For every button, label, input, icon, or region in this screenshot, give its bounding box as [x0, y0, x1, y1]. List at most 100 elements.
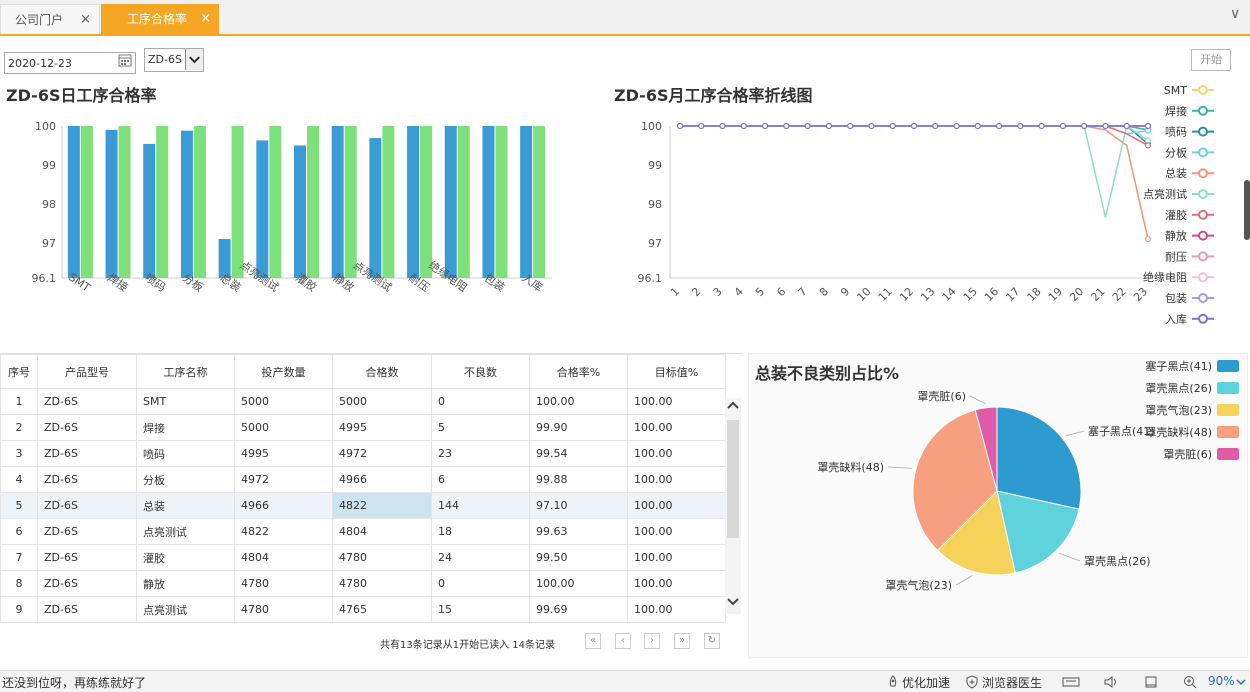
- table-cell[interactable]: 点亮测试: [136, 596, 235, 623]
- speaker-icon[interactable]: [1103, 675, 1119, 689]
- table-cell[interactable]: 点亮测试: [136, 518, 235, 545]
- legend-swatch[interactable]: [1217, 360, 1239, 372]
- column-header[interactable]: 目标值%: [627, 354, 726, 389]
- zoom-level[interactable]: 90%: [1208, 674, 1235, 688]
- table-cell[interactable]: 4765: [332, 596, 432, 623]
- table-cell[interactable]: 4972: [234, 466, 333, 493]
- chevron-down-icon[interactable]: [185, 49, 203, 70]
- table-row[interactable]: 4 ZD-6S 分板 4972 4966 6 99.88 100.00: [0, 466, 726, 493]
- table-cell[interactable]: 100.00: [627, 570, 726, 597]
- tab-company-portal[interactable]: 公司门户 ×: [0, 4, 100, 34]
- table-cell[interactable]: 5: [431, 414, 530, 441]
- legend-marker[interactable]: [1198, 272, 1208, 283]
- table-cell[interactable]: 99.90: [529, 414, 628, 441]
- prev-page-button[interactable]: ‹: [615, 633, 631, 649]
- browser-doctor-button[interactable]: 浏览器医生: [982, 674, 1042, 691]
- table-cell[interactable]: 4780: [332, 544, 432, 571]
- column-header[interactable]: 序号: [0, 354, 38, 389]
- table-cell[interactable]: 97.10: [529, 492, 628, 519]
- table-cell[interactable]: ZD-6S: [37, 492, 137, 519]
- table-cell[interactable]: 4995: [332, 414, 432, 441]
- table-cell[interactable]: 144: [431, 492, 530, 519]
- legend-marker[interactable]: [1198, 313, 1208, 324]
- column-header[interactable]: 产品型号: [37, 354, 137, 389]
- table-cell[interactable]: 99.69: [529, 596, 628, 623]
- table-cell[interactable]: 99.54: [529, 440, 628, 467]
- table-cell[interactable]: 4966: [234, 492, 333, 519]
- chevron-down-icon[interactable]: [726, 596, 740, 608]
- table-cell[interactable]: 100.00: [627, 440, 726, 467]
- tab-process-yield[interactable]: 工序合格率 ×: [101, 4, 219, 34]
- table-cell[interactable]: 100.00: [627, 492, 726, 519]
- table-row[interactable]: 1 ZD-6S SMT 5000 5000 0 100.00 100.00: [0, 388, 726, 415]
- column-header[interactable]: 投产数量: [234, 354, 333, 389]
- table-cell[interactable]: 4995: [234, 440, 333, 467]
- table-cell[interactable]: 0: [431, 388, 530, 415]
- legend-swatch[interactable]: [1217, 448, 1239, 460]
- scrollbar-thumb[interactable]: [727, 420, 739, 538]
- legend-swatch[interactable]: [1217, 426, 1239, 438]
- legend-swatch[interactable]: [1217, 404, 1239, 416]
- table-cell[interactable]: 0: [431, 570, 530, 597]
- table-cell[interactable]: 99.88: [529, 466, 628, 493]
- table-cell[interactable]: 5000: [234, 388, 333, 415]
- start-button[interactable]: 开始: [1191, 49, 1231, 71]
- table-cell[interactable]: 100.00: [627, 518, 726, 545]
- legend-marker[interactable]: [1198, 230, 1208, 241]
- table-cell[interactable]: 4804: [332, 518, 432, 545]
- table-row[interactable]: 2 ZD-6S 焊接 5000 4995 5 99.90 100.00: [0, 414, 726, 441]
- table-cell[interactable]: 7: [0, 544, 38, 571]
- table-cell[interactable]: 1: [0, 388, 38, 415]
- last-page-button[interactable]: »: [674, 633, 690, 649]
- calendar-icon[interactable]: [118, 53, 132, 67]
- speedup-button[interactable]: 优化加速: [902, 674, 950, 691]
- table-cell[interactable]: ZD-6S: [37, 570, 137, 597]
- table-cell[interactable]: 100.00: [627, 466, 726, 493]
- table-cell[interactable]: 3: [0, 440, 38, 467]
- screenshot-icon[interactable]: [1062, 676, 1080, 688]
- legend-marker[interactable]: [1198, 168, 1208, 179]
- next-page-button[interactable]: ›: [644, 633, 660, 649]
- table-row[interactable]: 3 ZD-6S 喷码 4995 4972 23 99.54 100.00: [0, 440, 726, 467]
- table-cell[interactable]: 15: [431, 596, 530, 623]
- chevron-up-icon[interactable]: [726, 399, 740, 411]
- table-cell[interactable]: 5000: [332, 388, 432, 415]
- table-cell[interactable]: 5000: [234, 414, 333, 441]
- table-cell[interactable]: 100.00: [627, 388, 726, 415]
- rocket-icon[interactable]: [886, 675, 900, 689]
- table-cell[interactable]: ZD-6S: [37, 440, 137, 467]
- table-cell[interactable]: 4: [0, 466, 38, 493]
- column-header[interactable]: 合格率%: [529, 354, 628, 389]
- legend-marker[interactable]: [1198, 126, 1208, 137]
- table-row[interactable]: 8 ZD-6S 静放 4780 4780 0 100.00 100.00: [0, 570, 726, 597]
- table-cell[interactable]: 100.00: [627, 596, 726, 623]
- legend-marker[interactable]: [1198, 147, 1208, 158]
- table-cell[interactable]: ZD-6S: [37, 596, 137, 623]
- table-cell[interactable]: 喷码: [136, 440, 235, 467]
- legend-marker[interactable]: [1198, 189, 1208, 199]
- legend-marker[interactable]: [1198, 85, 1208, 95]
- table-cell[interactable]: 23: [431, 440, 530, 467]
- table-cell[interactable]: 18: [431, 518, 530, 545]
- table-row[interactable]: 9 ZD-6S 点亮测试 4780 4765 15 99.69 100.00: [0, 596, 726, 623]
- table-cell[interactable]: 9: [0, 596, 38, 623]
- shield-plus-icon[interactable]: [965, 675, 979, 689]
- legend-marker[interactable]: [1198, 105, 1208, 116]
- table-cell[interactable]: 4804: [234, 544, 333, 571]
- table-cell[interactable]: 2: [0, 414, 38, 441]
- column-header[interactable]: 合格数: [332, 354, 432, 389]
- table-cell[interactable]: 100.00: [627, 414, 726, 441]
- table-cell[interactable]: 4780: [332, 570, 432, 597]
- first-page-button[interactable]: «: [585, 633, 601, 649]
- table-cell[interactable]: 24: [431, 544, 530, 571]
- table-cell[interactable]: ZD-6S: [37, 544, 137, 571]
- table-cell[interactable]: 分板: [136, 466, 235, 493]
- table-row[interactable]: 7 ZD-6S 灌胶 4804 4780 24 99.50 100.00: [0, 544, 726, 571]
- legend-marker[interactable]: [1198, 293, 1208, 303]
- chevron-down-icon[interactable]: [1236, 678, 1246, 686]
- date-field[interactable]: 2020-12-23: [4, 52, 136, 74]
- column-header[interactable]: 工序名称: [136, 354, 235, 389]
- table-cell[interactable]: 4780: [234, 570, 333, 597]
- window-icon[interactable]: [1144, 675, 1158, 689]
- table-cell[interactable]: 6: [431, 466, 530, 493]
